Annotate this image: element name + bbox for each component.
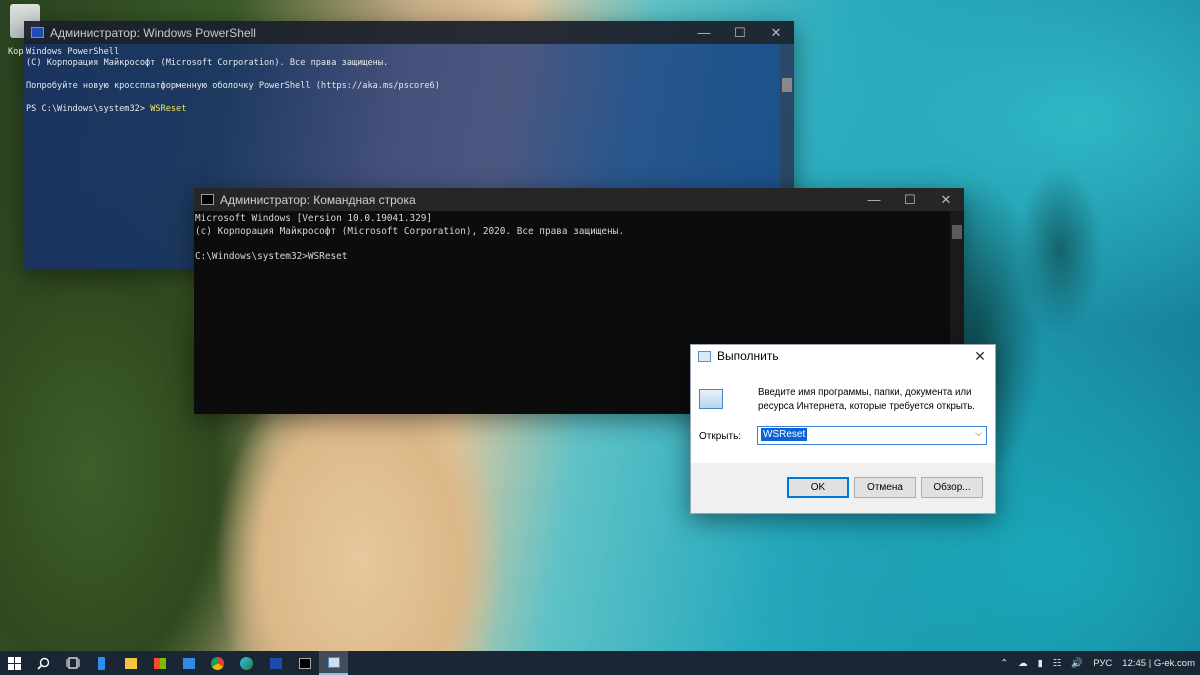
cloud-icon[interactable]: ☁: [1018, 658, 1028, 669]
console-command: WSReset: [150, 104, 187, 115]
volume-icon[interactable]: 🔊: [1071, 658, 1083, 669]
file-explorer-icon[interactable]: [116, 651, 145, 675]
open-input[interactable]: WSReset ⌵: [757, 426, 987, 445]
search-icon[interactable]: [29, 651, 58, 675]
task-view-icon[interactable]: [58, 651, 87, 675]
console-prompt: PS C:\Windows\system32>: [26, 104, 151, 115]
powershell-titlebar[interactable]: Администратор: Windows PowerShell — ☐ ✕: [24, 21, 794, 44]
cmd-titlebar[interactable]: Администратор: Командная строка — ☐ ✕: [194, 188, 964, 211]
run-icon[interactable]: [319, 651, 348, 675]
maximize-button[interactable]: ☐: [892, 188, 928, 211]
console-line: (C) Корпорация Майкрософт (Microsoft Cor…: [26, 58, 389, 69]
scrollbar-thumb[interactable]: [782, 78, 792, 92]
ok-button[interactable]: OK: [787, 477, 849, 498]
scrollbar-thumb[interactable]: [952, 225, 962, 239]
run-dialog[interactable]: Выполнить ✕ Введите имя программы, папки…: [690, 344, 996, 514]
run-icon: [698, 350, 711, 362]
battery-icon[interactable]: ▮: [1038, 658, 1043, 669]
browse-button[interactable]: Обзор...: [921, 477, 983, 498]
minimize-button[interactable]: —: [856, 188, 892, 211]
run-title: Выполнить: [717, 349, 779, 363]
chevron-up-icon[interactable]: ⌃: [1000, 658, 1008, 669]
open-label: Открыть:: [699, 431, 742, 442]
clock[interactable]: 12:45 | G-ek.com: [1122, 658, 1195, 669]
language-indicator[interactable]: РУС: [1093, 658, 1112, 669]
console-overflow-text: Кор: [8, 47, 24, 57]
network-icon[interactable]: ☷: [1053, 658, 1062, 669]
run-program-icon: [699, 389, 723, 409]
mail-icon[interactable]: [174, 651, 203, 675]
cmd-icon: [201, 194, 214, 205]
console-line: Попробуйте новую кроссплатформенную обол…: [26, 81, 440, 92]
windows-start-icon[interactable]: [0, 651, 29, 675]
cmd-title: Администратор: Командная строка: [220, 192, 416, 207]
minimize-button[interactable]: —: [686, 21, 722, 44]
taskbar: ⌃ ☁ ▮ ☷ 🔊 РУС 12:45 | G-ek.com: [0, 651, 1200, 675]
edge-icon[interactable]: [232, 651, 261, 675]
close-button[interactable]: ✕: [928, 188, 964, 211]
cancel-button[interactable]: Отмена: [854, 477, 916, 498]
close-button[interactable]: ✕: [758, 21, 794, 44]
console-line: Windows PowerShell: [26, 47, 120, 57]
maximize-button[interactable]: ☐: [722, 21, 758, 44]
powershell-icon[interactable]: [261, 651, 290, 675]
powershell-icon: [31, 27, 44, 38]
chrome-icon[interactable]: [203, 651, 232, 675]
phone-icon[interactable]: [87, 651, 116, 675]
run-description: Введите имя программы, папки, документа …: [758, 387, 975, 412]
chevron-down-icon[interactable]: ⌵: [975, 428, 982, 439]
close-button[interactable]: ✕: [965, 345, 995, 368]
cmd-icon[interactable]: [290, 651, 319, 675]
open-input-value: WSReset: [761, 428, 808, 441]
system-tray: ⌃ ☁ ▮ ☷ 🔊 РУС 12:45 | G-ek.com: [995, 651, 1200, 675]
powershell-title: Администратор: Windows PowerShell: [50, 25, 256, 40]
store-icon[interactable]: [145, 651, 174, 675]
